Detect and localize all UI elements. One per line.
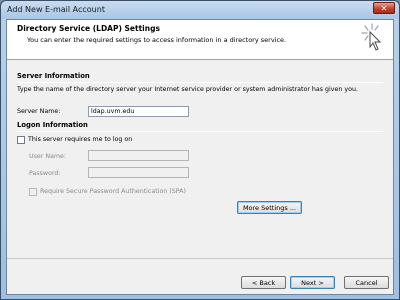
dialog-client-area: Directory Service (LDAP) Settings You ca… bbox=[6, 19, 394, 295]
close-button[interactable]: ✕ bbox=[373, 2, 395, 14]
user-name-label: User Name: bbox=[29, 153, 67, 160]
wizard-header: Directory Service (LDAP) Settings You ca… bbox=[7, 20, 393, 60]
requires-logon-label[interactable]: This server requires me to log on bbox=[28, 136, 132, 143]
password-label: Password: bbox=[29, 170, 61, 177]
server-name-field[interactable] bbox=[88, 106, 189, 117]
server-name-label: Server Name: bbox=[17, 108, 61, 115]
dialog-window: Add New E-mail Account ✕ Directory Servi… bbox=[0, 0, 400, 300]
window-title: Add New E-mail Account bbox=[7, 5, 105, 14]
page-subtitle: You can enter the required settings to a… bbox=[27, 36, 287, 44]
user-name-field[interactable] bbox=[88, 150, 189, 161]
password-field[interactable] bbox=[88, 167, 189, 178]
next-button[interactable]: Next > bbox=[290, 276, 335, 289]
more-settings-button[interactable]: More Settings ... bbox=[237, 201, 302, 214]
back-button[interactable]: < Back bbox=[241, 276, 286, 289]
server-info-divider bbox=[17, 82, 383, 83]
footer-divider bbox=[7, 258, 393, 259]
page-title: Directory Service (LDAP) Settings bbox=[17, 24, 160, 33]
cancel-button[interactable]: Cancel bbox=[344, 276, 389, 289]
server-info-description: Type the name of the directory server yo… bbox=[17, 86, 358, 93]
wizard-sparkle-icon bbox=[361, 23, 382, 51]
title-bar[interactable]: Add New E-mail Account ✕ bbox=[1, 1, 399, 19]
server-information-heading: Server Information bbox=[17, 72, 90, 80]
close-icon: ✕ bbox=[380, 3, 388, 13]
logon-information-heading: Logon Information bbox=[17, 121, 88, 129]
logon-info-divider bbox=[17, 131, 383, 132]
spa-checkbox[interactable] bbox=[29, 188, 37, 196]
requires-logon-checkbox[interactable] bbox=[17, 136, 25, 144]
spa-label: Require Secure Password Authentication (… bbox=[40, 188, 186, 195]
